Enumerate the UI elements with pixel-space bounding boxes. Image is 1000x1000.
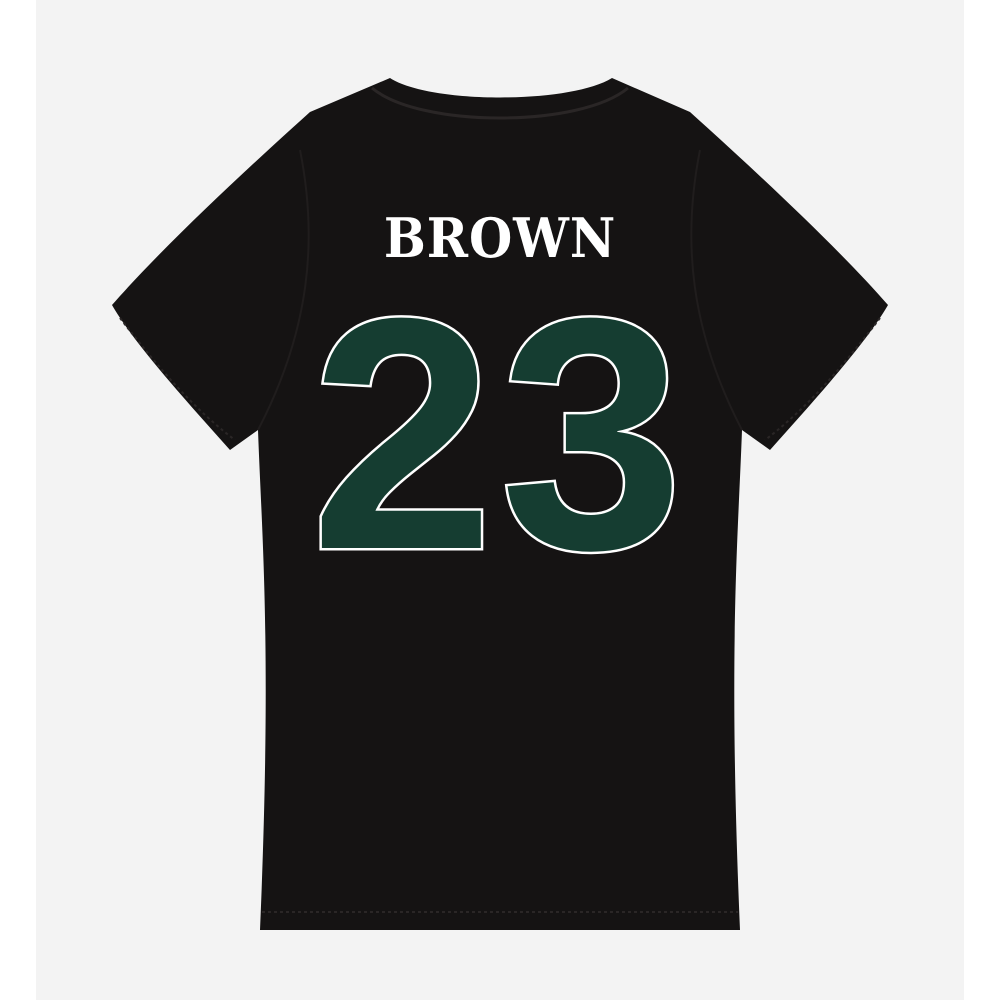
image-canvas: BROWN 23	[0, 0, 1000, 1000]
player-number-print: 23	[300, 247, 700, 621]
player-number-text: 23	[310, 249, 689, 618]
